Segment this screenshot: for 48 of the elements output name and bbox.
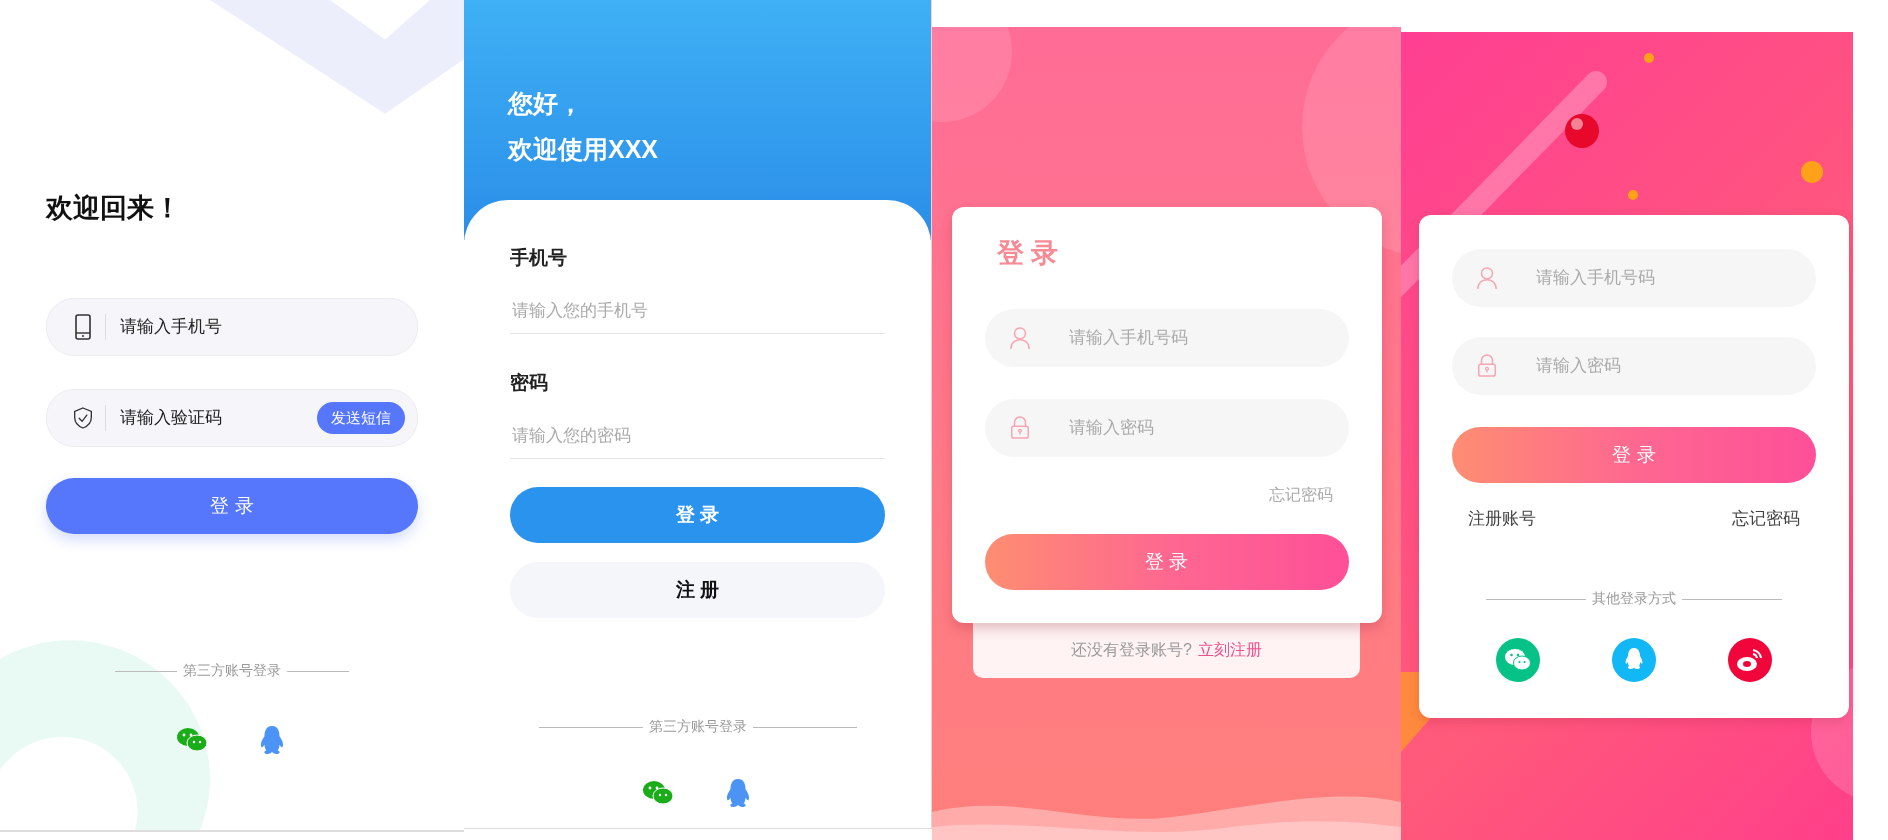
input-field[interactable]: 请输入手机号码: [1534, 267, 1816, 289]
card-title: 登 录: [996, 237, 1059, 270]
register-link[interactable]: 注册账号: [1468, 507, 1536, 530]
signup-link[interactable]: 立刻注册: [1197, 640, 1262, 661]
input-field[interactable]: 请输入密码: [984, 399, 1349, 457]
code-input[interactable]: 请输入验证码: [118, 407, 317, 429]
divider-label: 其他登录方式: [1592, 590, 1676, 608]
login-button[interactable]: 登 录: [984, 534, 1349, 590]
input-field[interactable]: 请输入您的密码: [510, 414, 885, 459]
send-sms-button[interactable]: 发送短信: [317, 402, 405, 434]
divider-label: 第三方账号登录: [183, 662, 281, 680]
register-button[interactable]: 注 册: [510, 562, 885, 618]
weibo-icon[interactable]: [1728, 638, 1772, 682]
penguin-icon[interactable]: [1612, 638, 1656, 682]
page-title: 欢迎回来！: [46, 192, 182, 225]
ball: [1565, 114, 1599, 148]
input-field[interactable]: 请输入密码: [1534, 355, 1816, 377]
user-icon: [1008, 326, 1031, 350]
input-field[interactable]: 请输入手机号码: [1452, 249, 1816, 307]
code-field[interactable]: 请输入验证码 发送短信: [46, 389, 418, 447]
input-field[interactable]: 请输入密码: [1066, 417, 1349, 439]
login-button[interactable]: 登 录: [510, 487, 885, 543]
divider-label: 第三方账号登录: [648, 718, 747, 736]
input-field[interactable]: 请输入密码: [1452, 337, 1816, 395]
dot: [1801, 161, 1823, 183]
dot: [1628, 190, 1638, 200]
user-icon: [1476, 266, 1498, 290]
phone-field[interactable]: 请输入手机号: [46, 298, 418, 356]
input-field[interactable]: 请输入手机号码: [984, 309, 1349, 367]
greeting-text: 欢迎使用XXX: [508, 134, 660, 165]
forgot-password-link[interactable]: 忘记密码: [1732, 507, 1800, 530]
wechat-icon[interactable]: [176, 725, 208, 755]
signup-prompt: 还没有登录账号?: [1071, 640, 1192, 660]
wechat-icon[interactable]: [1496, 638, 1540, 682]
login-button[interactable]: 登 录: [46, 478, 418, 534]
forgot-password-link[interactable]: 忘记密码: [1268, 485, 1333, 506]
shield-icon: [73, 405, 93, 431]
dot: [1644, 53, 1654, 63]
input-field[interactable]: 请输入您的手机号: [510, 289, 885, 334]
lock-icon: [1476, 354, 1498, 378]
field-label: 密码: [510, 371, 549, 395]
field-label: 手机号: [510, 246, 568, 270]
phone-input[interactable]: 请输入手机号: [118, 316, 405, 338]
lock-icon: [1008, 416, 1031, 440]
phone-icon: [73, 314, 93, 340]
input-field[interactable]: 请输入手机号码: [1066, 327, 1349, 349]
login-button[interactable]: 登 录: [1452, 427, 1816, 483]
greeting-text: 您好，: [508, 88, 584, 119]
